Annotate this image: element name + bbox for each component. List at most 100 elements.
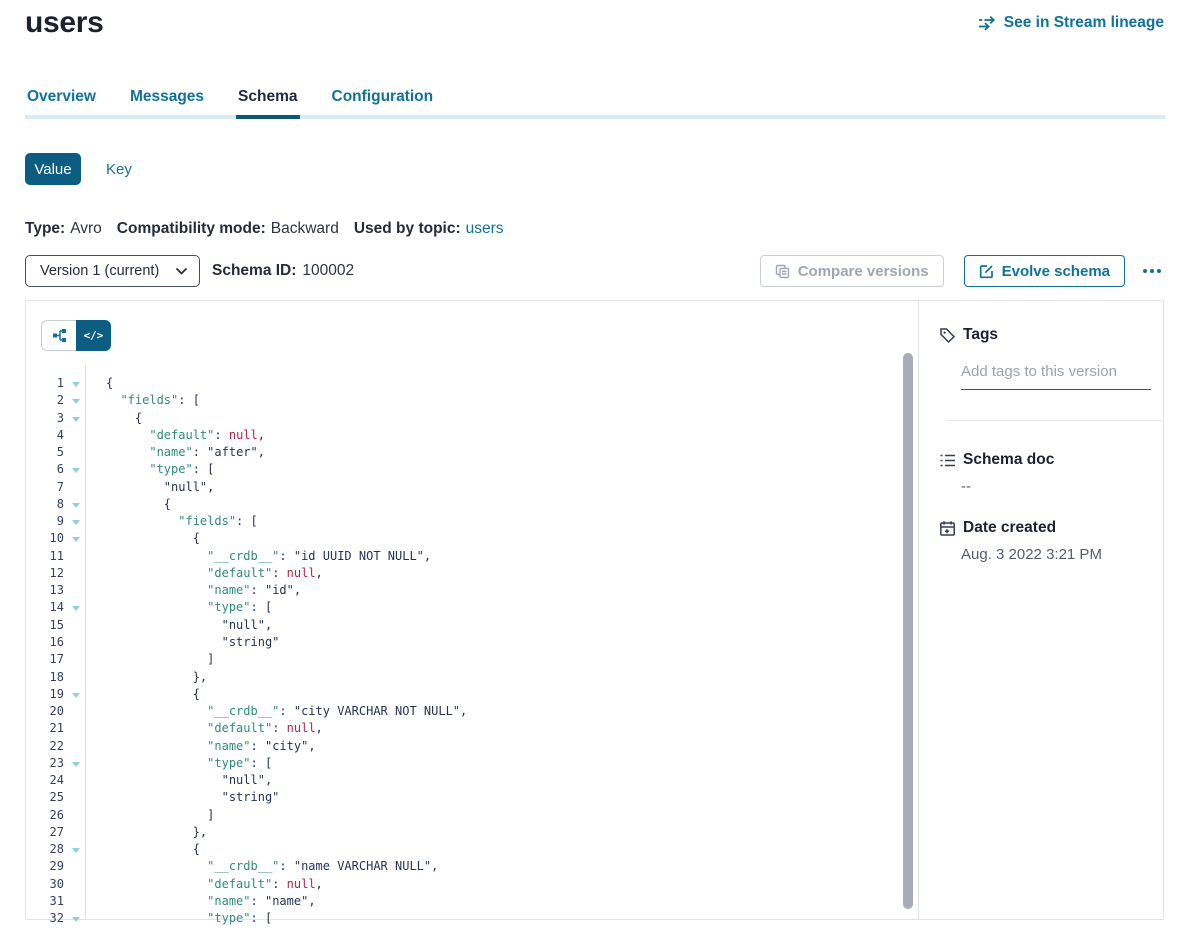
code-text: "default": null, xyxy=(106,720,896,737)
code-text: "default": null, xyxy=(106,876,896,893)
code-line: 7 "null", xyxy=(26,479,896,496)
code-line: 4 "default": null, xyxy=(26,427,896,444)
fold-toggle-icon[interactable] xyxy=(72,762,80,767)
fold-toggle-icon[interactable] xyxy=(72,468,80,473)
schema-controls-row: Version 1 (current) Schema ID: 100002 Co… xyxy=(25,255,1165,287)
code-text: "fields": [ xyxy=(106,392,896,409)
fold-toggle-icon[interactable] xyxy=(72,417,80,422)
code-text: "type": [ xyxy=(106,461,896,478)
code-line: 21 "default": null, xyxy=(26,720,896,737)
line-number: 1 xyxy=(26,375,64,392)
code-text: { xyxy=(106,686,896,703)
code-line: 25 "string" xyxy=(26,789,896,806)
line-number: 21 xyxy=(26,720,64,737)
code-line: 1{ xyxy=(26,375,896,392)
page-title: users xyxy=(25,6,104,40)
fold-toggle-icon[interactable] xyxy=(72,382,80,387)
code-text: ] xyxy=(106,807,896,824)
code-line: 10 { xyxy=(26,530,896,547)
code-line: 8 { xyxy=(26,496,896,513)
line-number: 29 xyxy=(26,858,64,875)
code-line: 26 ] xyxy=(26,807,896,824)
date-created-section-header: Date created xyxy=(939,519,1056,537)
schema-doc-section-header: Schema doc xyxy=(939,451,1054,469)
line-number: 26 xyxy=(26,807,64,824)
code-text: "string" xyxy=(106,634,896,651)
code-text: "name": "city", xyxy=(106,738,896,755)
fold-toggle-icon[interactable] xyxy=(72,606,80,611)
line-number: 25 xyxy=(26,789,64,806)
code-text: "null", xyxy=(106,772,896,789)
see-in-stream-lineage-link[interactable]: See in Stream lineage xyxy=(978,14,1164,32)
add-tags-input[interactable] xyxy=(961,359,1151,390)
tag-icon xyxy=(939,327,956,344)
fold-toggle-icon[interactable] xyxy=(72,520,80,525)
code-line: 32 "type": [ xyxy=(26,910,896,927)
tab-schema[interactable]: Schema xyxy=(236,88,299,119)
code-line: 11 "__crdb__": "id UUID NOT NULL", xyxy=(26,548,896,565)
type-value: Avro xyxy=(70,220,102,238)
code-line: 15 "null", xyxy=(26,617,896,634)
code-view-icon: </> xyxy=(84,329,104,342)
line-number: 5 xyxy=(26,444,64,461)
lineage-link-label: See in Stream lineage xyxy=(1004,14,1164,32)
value-toggle-button[interactable]: Value xyxy=(25,153,81,185)
tab-overview[interactable]: Overview xyxy=(25,88,98,119)
compare-versions-icon xyxy=(775,264,790,279)
version-select[interactable]: Version 1 (current) xyxy=(25,255,200,287)
code-text: "type": [ xyxy=(106,599,896,616)
line-number: 10 xyxy=(26,530,64,547)
tree-view-button[interactable] xyxy=(41,320,76,351)
code-text: "fields": [ xyxy=(106,513,896,530)
line-number: 9 xyxy=(26,513,64,530)
stream-lineage-icon xyxy=(978,15,997,31)
code-line: 28 { xyxy=(26,841,896,858)
code-text: "type": [ xyxy=(106,755,896,772)
schema-view-toggle: </> xyxy=(41,320,111,351)
used-by-topic-link[interactable]: users xyxy=(466,220,504,238)
line-number: 15 xyxy=(26,617,64,634)
line-number: 3 xyxy=(26,410,64,427)
fold-toggle-icon[interactable] xyxy=(72,848,80,853)
code-text: { xyxy=(106,530,896,547)
line-number: 14 xyxy=(26,599,64,616)
code-line: 12 "default": null, xyxy=(26,565,896,582)
line-number: 24 xyxy=(26,772,64,789)
line-number: 7 xyxy=(26,479,64,496)
code-line: 6 "type": [ xyxy=(26,461,896,478)
fold-toggle-icon[interactable] xyxy=(72,503,80,508)
line-number: 23 xyxy=(26,755,64,772)
tab-messages[interactable]: Messages xyxy=(128,88,206,119)
fold-toggle-icon[interactable] xyxy=(72,693,80,698)
tags-title: Tags xyxy=(963,326,998,344)
code-text: "__crdb__": "id UUID NOT NULL", xyxy=(106,548,896,565)
code-line: 16 "string" xyxy=(26,634,896,651)
compatibility-mode-value: Backward xyxy=(271,220,339,238)
schema-meta-sidebar: Tags Schema doc -- Date created xyxy=(919,301,1163,919)
code-line: 31 "name": "name", xyxy=(26,893,896,910)
schema-id-value: 100002 xyxy=(302,262,354,280)
code-text: { xyxy=(106,375,896,392)
fold-toggle-icon[interactable] xyxy=(72,399,80,404)
fold-toggle-icon[interactable] xyxy=(72,537,80,542)
ellipsis-icon xyxy=(1143,269,1147,273)
code-line: 5 "name": "after", xyxy=(26,444,896,461)
code-lines: 1{2 "fields": [3 {4 "default": null,5 "n… xyxy=(26,375,896,928)
code-scrollbar[interactable] xyxy=(903,353,913,909)
key-toggle-button[interactable]: Key xyxy=(106,161,132,178)
line-number: 20 xyxy=(26,703,64,720)
date-created-title: Date created xyxy=(963,519,1056,537)
used-by-topic-label: Used by topic: xyxy=(354,220,461,238)
more-options-button[interactable] xyxy=(1139,263,1165,279)
date-created-value: Aug. 3 2022 3:21 PM xyxy=(961,546,1102,563)
compatibility-mode-label: Compatibility mode: xyxy=(117,220,266,238)
line-number: 16 xyxy=(26,634,64,651)
compare-versions-button[interactable]: Compare versions xyxy=(760,255,944,287)
tab-configuration[interactable]: Configuration xyxy=(330,88,436,119)
evolve-schema-button[interactable]: Evolve schema xyxy=(964,255,1125,287)
code-view-button[interactable]: </> xyxy=(76,320,111,351)
code-line: 23 "type": [ xyxy=(26,755,896,772)
code-line: 19 { xyxy=(26,686,896,703)
fold-toggle-icon[interactable] xyxy=(72,917,80,922)
line-number: 17 xyxy=(26,651,64,668)
